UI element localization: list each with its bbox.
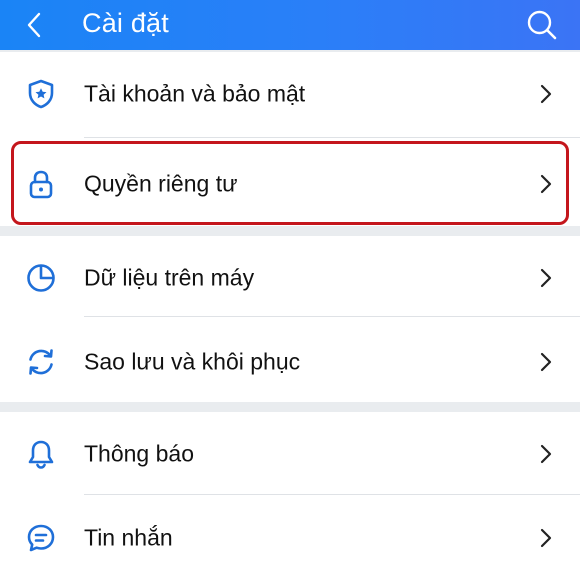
chevron-left-icon (27, 12, 41, 38)
chevron-right-icon (538, 351, 554, 373)
settings-item-label: Tin nhắn (84, 524, 173, 551)
settings-item-backup-restore[interactable]: Sao lưu và khôi phục (0, 320, 580, 404)
settings-item-messages[interactable]: Tin nhắn (0, 496, 580, 571)
search-button[interactable] (522, 5, 562, 45)
bell-icon (24, 437, 58, 471)
row-divider (84, 316, 580, 317)
settings-item-account-security[interactable]: Tài khoản và bảo mật (0, 52, 580, 136)
chat-icon (24, 521, 58, 555)
row-divider (84, 137, 580, 138)
header-bar: Cài đặt (0, 0, 580, 50)
chevron-right-icon (538, 527, 554, 549)
settings-item-label: Sao lưu và khôi phục (84, 348, 301, 375)
chevron-right-icon (538, 267, 554, 289)
settings-item-label: Dữ liệu trên máy (84, 264, 255, 291)
settings-item-privacy[interactable]: Quyền riêng tư (0, 142, 580, 226)
chevron-right-icon (538, 83, 554, 105)
page-title: Cài đặt (82, 8, 169, 38)
settings-group-account: Tài khoản và bảo mật Quyền riêng tư (0, 52, 580, 226)
back-button[interactable] (24, 6, 64, 44)
chevron-right-icon (538, 173, 554, 195)
pie-chart-icon (24, 261, 58, 295)
settings-group-notifications: Thông báo Tin nhắn (0, 412, 580, 571)
settings-item-label: Thông báo (84, 440, 194, 467)
chevron-right-icon (538, 443, 554, 465)
search-icon (527, 10, 557, 40)
settings-screen: Cài đặt Tài khoản và bảo mật Quyền riêng… (0, 0, 580, 571)
shield-icon (24, 77, 58, 111)
row-divider (84, 494, 580, 495)
settings-item-notifications[interactable]: Thông báo (0, 412, 580, 496)
settings-item-label: Tài khoản và bảo mật (84, 80, 306, 107)
settings-group-data: Dữ liệu trên máy Sao lưu và khôi phục (0, 236, 580, 402)
sync-icon (24, 345, 58, 379)
settings-item-label: Quyền riêng tư (84, 170, 238, 197)
lock-icon (24, 167, 58, 201)
settings-item-device-storage[interactable]: Dữ liệu trên máy (0, 236, 580, 320)
